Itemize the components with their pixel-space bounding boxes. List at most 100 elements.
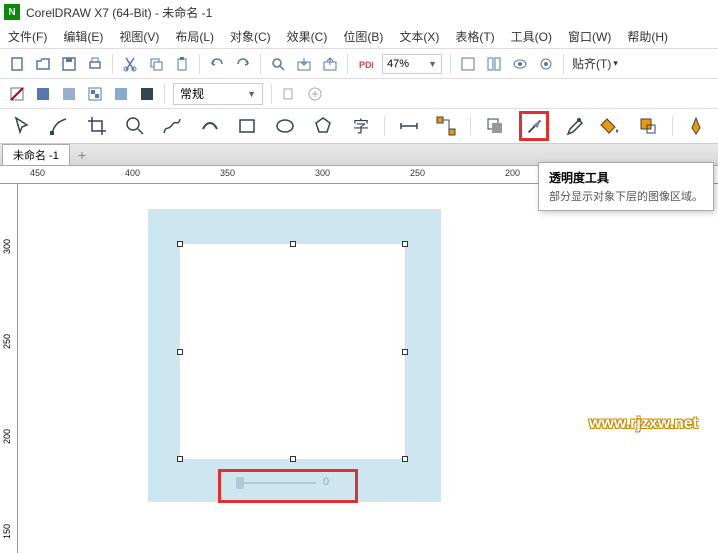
rulers-icon[interactable] [485, 55, 503, 73]
menu-tools[interactable]: 工具(O) [511, 28, 552, 45]
chevron-down-icon: ▼ [247, 89, 256, 99]
zoom-tool[interactable] [121, 111, 149, 141]
ruler-tick: 150 [2, 524, 12, 539]
cut-icon[interactable] [121, 55, 139, 73]
menubar: 文件(F) 编辑(E) 视图(V) 布局(L) 对象(C) 效果(C) 位图(B… [0, 24, 718, 48]
menu-file[interactable]: 文件(F) [8, 28, 47, 45]
ruler-tick: 200 [2, 429, 12, 444]
selection-handle[interactable] [290, 241, 296, 247]
selection-handle[interactable] [402, 241, 408, 247]
window-title: CorelDRAW X7 (64-Bit) - 未命名 -1 [26, 4, 212, 21]
artistic-tool[interactable] [196, 111, 224, 141]
transparency-tool[interactable] [519, 111, 549, 141]
prop-icon-1[interactable] [34, 85, 52, 103]
no-fill-icon[interactable] [8, 85, 26, 103]
inner-rectangle[interactable] [180, 244, 405, 459]
menu-view[interactable]: 视图(V) [119, 28, 159, 45]
copy-props-icon[interactable] [280, 85, 298, 103]
paste-icon[interactable] [173, 55, 191, 73]
separator [260, 54, 261, 74]
import-icon[interactable] [295, 55, 313, 73]
svg-text:字: 字 [353, 118, 369, 136]
menu-edit[interactable]: 编辑(E) [63, 28, 103, 45]
selection-handle[interactable] [402, 456, 408, 462]
tab-label: 未命名 -1 [13, 147, 59, 163]
crop-tool[interactable] [83, 111, 111, 141]
menu-window[interactable]: 窗口(W) [568, 28, 611, 45]
prop-icon-3[interactable] [86, 85, 104, 103]
separator [563, 54, 564, 74]
shadow-tool[interactable] [481, 111, 509, 141]
dimension-tool[interactable] [395, 111, 423, 141]
tab-active[interactable]: 未命名 -1 [2, 144, 70, 165]
watermark: www.rjzxw.net [589, 415, 698, 433]
search-icon[interactable] [269, 55, 287, 73]
connector-tool[interactable] [433, 111, 461, 141]
separator [672, 116, 673, 136]
save-icon[interactable] [60, 55, 78, 73]
prop-icon-5[interactable] [138, 85, 156, 103]
menu-text[interactable]: 文本(X) [399, 28, 439, 45]
pick-tool[interactable] [8, 111, 36, 141]
ruler-tick: 250 [2, 334, 12, 349]
menu-effect[interactable]: 效果(C) [287, 28, 328, 45]
rect-tool[interactable] [234, 111, 262, 141]
standard-toolbar: PDF 47% ▼ 贴齐(T) ▾ [0, 48, 718, 78]
publish-icon[interactable]: PDF [356, 55, 374, 73]
selection-handle[interactable] [402, 349, 408, 355]
tooltip-title: 透明度工具 [549, 169, 703, 186]
selection-handle[interactable] [177, 349, 183, 355]
polygon-tool[interactable] [309, 111, 337, 141]
canvas[interactable]: 0 [18, 184, 718, 553]
svg-text:PDF: PDF [359, 60, 373, 70]
new-icon[interactable] [8, 55, 26, 73]
options-icon[interactable] [537, 55, 555, 73]
open-icon[interactable] [34, 55, 52, 73]
ruler-tick: 300 [315, 168, 330, 178]
ruler-tick: 350 [220, 168, 235, 178]
zoom-value: 47% [387, 58, 409, 70]
text-tool[interactable]: 字 [346, 111, 374, 141]
chevron-down-icon: ▾ [613, 58, 618, 69]
freehand-tool[interactable] [158, 111, 186, 141]
menu-layout[interactable]: 布局(L) [175, 28, 214, 45]
fullscreen-icon[interactable] [459, 55, 477, 73]
snap-button[interactable]: 贴齐(T) ▾ [572, 55, 618, 72]
add-icon[interactable] [306, 85, 324, 103]
menu-object[interactable]: 对象(C) [230, 28, 271, 45]
smartfill-tool[interactable] [634, 111, 662, 141]
menu-help[interactable]: 帮助(H) [627, 28, 668, 45]
separator [199, 54, 200, 74]
selection-handle[interactable] [290, 456, 296, 462]
transparency-slider-track [236, 482, 316, 484]
tab-add[interactable]: + [70, 145, 94, 165]
print-icon[interactable] [86, 55, 104, 73]
titlebar: N CorelDRAW X7 (64-Bit) - 未命名 -1 [0, 0, 718, 24]
selection-handle[interactable] [177, 456, 183, 462]
separator [112, 54, 113, 74]
export-icon[interactable] [321, 55, 339, 73]
pen-tool[interactable] [683, 111, 711, 141]
transparency-value: 0 [323, 476, 329, 488]
ruler-tick: 200 [505, 168, 520, 178]
transparency-slider-thumb[interactable] [236, 477, 244, 489]
style-combo[interactable]: 常规 ▼ [173, 83, 263, 105]
ruler-tick: 400 [125, 168, 140, 178]
zoom-combo[interactable]: 47% ▼ [382, 54, 442, 74]
ellipse-tool[interactable] [271, 111, 299, 141]
redo-icon[interactable] [234, 55, 252, 73]
prop-icon-2[interactable] [60, 85, 78, 103]
ruler-tick: 300 [2, 239, 12, 254]
undo-icon[interactable] [208, 55, 226, 73]
menu-table[interactable]: 表格(T) [455, 28, 494, 45]
fill-tool[interactable] [596, 111, 624, 141]
separator [271, 84, 272, 104]
separator [450, 54, 451, 74]
prop-icon-4[interactable] [112, 85, 130, 103]
shape-tool[interactable] [46, 111, 74, 141]
selection-handle[interactable] [177, 241, 183, 247]
menu-bitmap[interactable]: 位图(B) [343, 28, 383, 45]
copy-icon[interactable] [147, 55, 165, 73]
eyedropper-tool[interactable] [559, 111, 587, 141]
preview-icon[interactable] [511, 55, 529, 73]
